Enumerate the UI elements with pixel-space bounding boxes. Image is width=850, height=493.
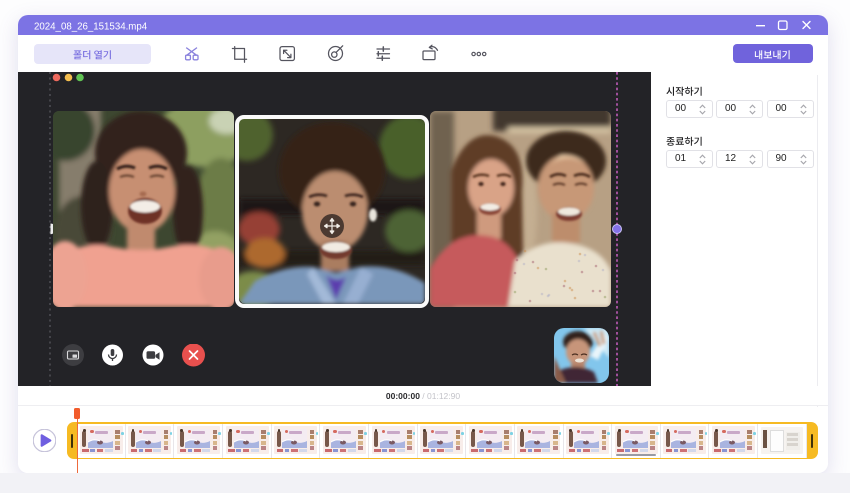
svg-text:2024_08_26_151534.mp4: 2024_08_26_151534.mp4: [34, 22, 148, 33]
